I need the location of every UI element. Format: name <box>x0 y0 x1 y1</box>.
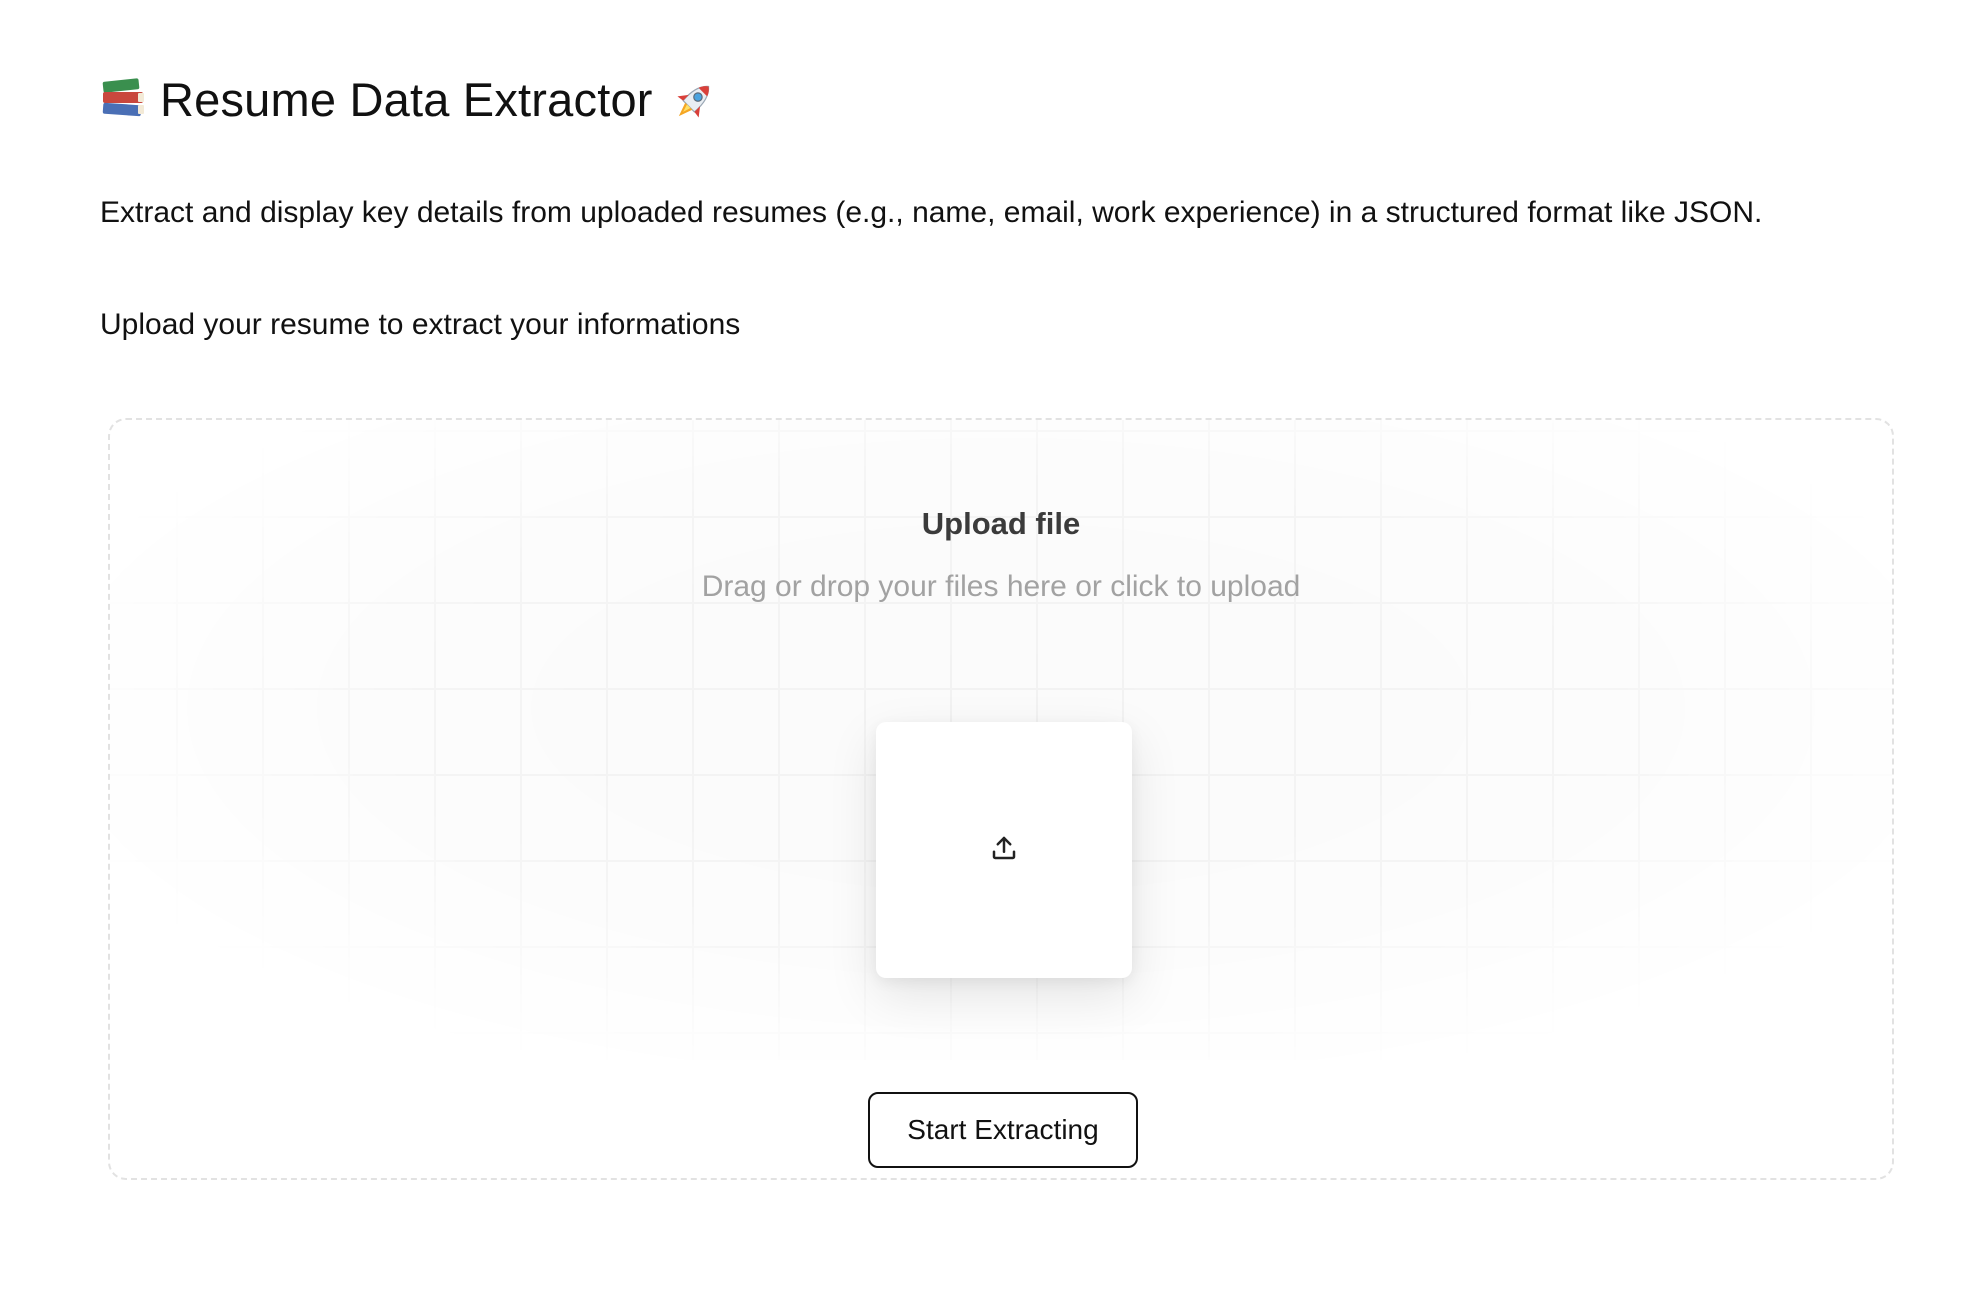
page: Resume Data Extractor Extract and displa… <box>0 0 1966 1312</box>
file-upload-area[interactable]: Upload file Drag or drop your files here… <box>108 418 1894 1180</box>
upload-title: Upload file <box>921 506 1081 541</box>
page-description: Extract and display key details from upl… <box>100 196 1763 229</box>
upload-icon <box>989 833 1019 868</box>
upload-hint: Drag or drop your files here or click to… <box>701 570 1301 603</box>
rocket-icon <box>667 76 713 122</box>
upload-instruction: Upload your resume to extract your infor… <box>100 308 741 341</box>
books-icon <box>100 76 146 122</box>
start-extracting-button[interactable]: Start Extracting <box>868 1092 1138 1168</box>
file-drop-zone[interactable] <box>876 722 1132 978</box>
page-header: Resume Data Extractor <box>100 66 713 132</box>
page-title: Resume Data Extractor <box>160 72 653 126</box>
